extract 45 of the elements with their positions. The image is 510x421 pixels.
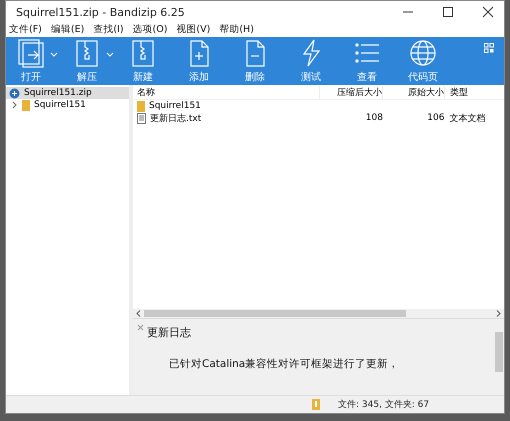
toolbar-button[interactable]: 查看 <box>348 38 386 84</box>
file-name-cell: Squirrel151 <box>133 100 320 112</box>
caret-icon[interactable] <box>50 52 58 57</box>
scroll-right-icon[interactable] <box>496 310 501 317</box>
menu-item[interactable]: 帮助(H) <box>219 23 254 36</box>
window-title: Squirrel151.zip - Bandizip 6.25 <box>16 6 185 18</box>
table-cell-text: 108 <box>364 113 383 123</box>
status-text: 文件: 345, 文件夹: 67 <box>338 398 430 411</box>
folder-icon <box>22 100 30 110</box>
preview-text: 已针对Catalina兼容性对许可框架进行了更新， <box>169 357 400 371</box>
caret-icon[interactable] <box>106 52 114 57</box>
toolbar-button[interactable]: 代码页 <box>404 38 442 84</box>
column-header[interactable]: 名称 <box>133 86 319 98</box>
archive-icon <box>312 399 320 410</box>
toolbar-button[interactable]: 打开 <box>12 38 50 84</box>
column-header[interactable]: 类型 <box>444 86 504 98</box>
tree-item[interactable]: Squirrel151 <box>6 99 129 111</box>
table-cell-text: 106 <box>426 113 444 123</box>
toolbar-button[interactable]: 删除 <box>236 38 274 84</box>
tree-item[interactable]: Squirrel151.zip <box>6 87 129 99</box>
folder-icon <box>137 100 145 112</box>
table-cell-text: 文本文档 <box>448 112 486 124</box>
menu-item[interactable]: 文件(F) <box>9 23 42 36</box>
maximize-icon[interactable] <box>442 6 454 18</box>
column-header[interactable]: 压缩后大小 <box>318 86 382 98</box>
document-icon <box>16 38 46 68</box>
toolbar-button[interactable]: 解压 <box>68 38 106 84</box>
menu-item[interactable]: 查找(I) <box>93 23 124 36</box>
column-header[interactable]: 原始大小 <box>382 86 444 98</box>
menu-item[interactable]: 编辑(E) <box>50 23 84 36</box>
close-icon[interactable] <box>482 6 494 18</box>
menu-item[interactable]: 选项(O) <box>132 23 168 36</box>
globe-icon <box>408 38 438 68</box>
grid-icon[interactable] <box>484 43 494 53</box>
preview-title: 更新日志 <box>147 325 192 340</box>
toolbar-button[interactable]: 测试 <box>292 38 330 84</box>
horizontal-scrollbar[interactable] <box>133 309 504 318</box>
menu-item[interactable]: 视图(V) <box>176 23 210 36</box>
toolbar-button[interactable]: 添加 <box>180 38 218 84</box>
text-file-icon <box>137 112 146 124</box>
file-name-cell: 更新日志.txt <box>133 112 320 124</box>
expander-icon[interactable] <box>12 101 18 109</box>
scroll-left-icon[interactable] <box>136 310 141 317</box>
archive-icon <box>9 88 20 98</box>
toolbar-button[interactable]: 新建 <box>124 38 162 84</box>
